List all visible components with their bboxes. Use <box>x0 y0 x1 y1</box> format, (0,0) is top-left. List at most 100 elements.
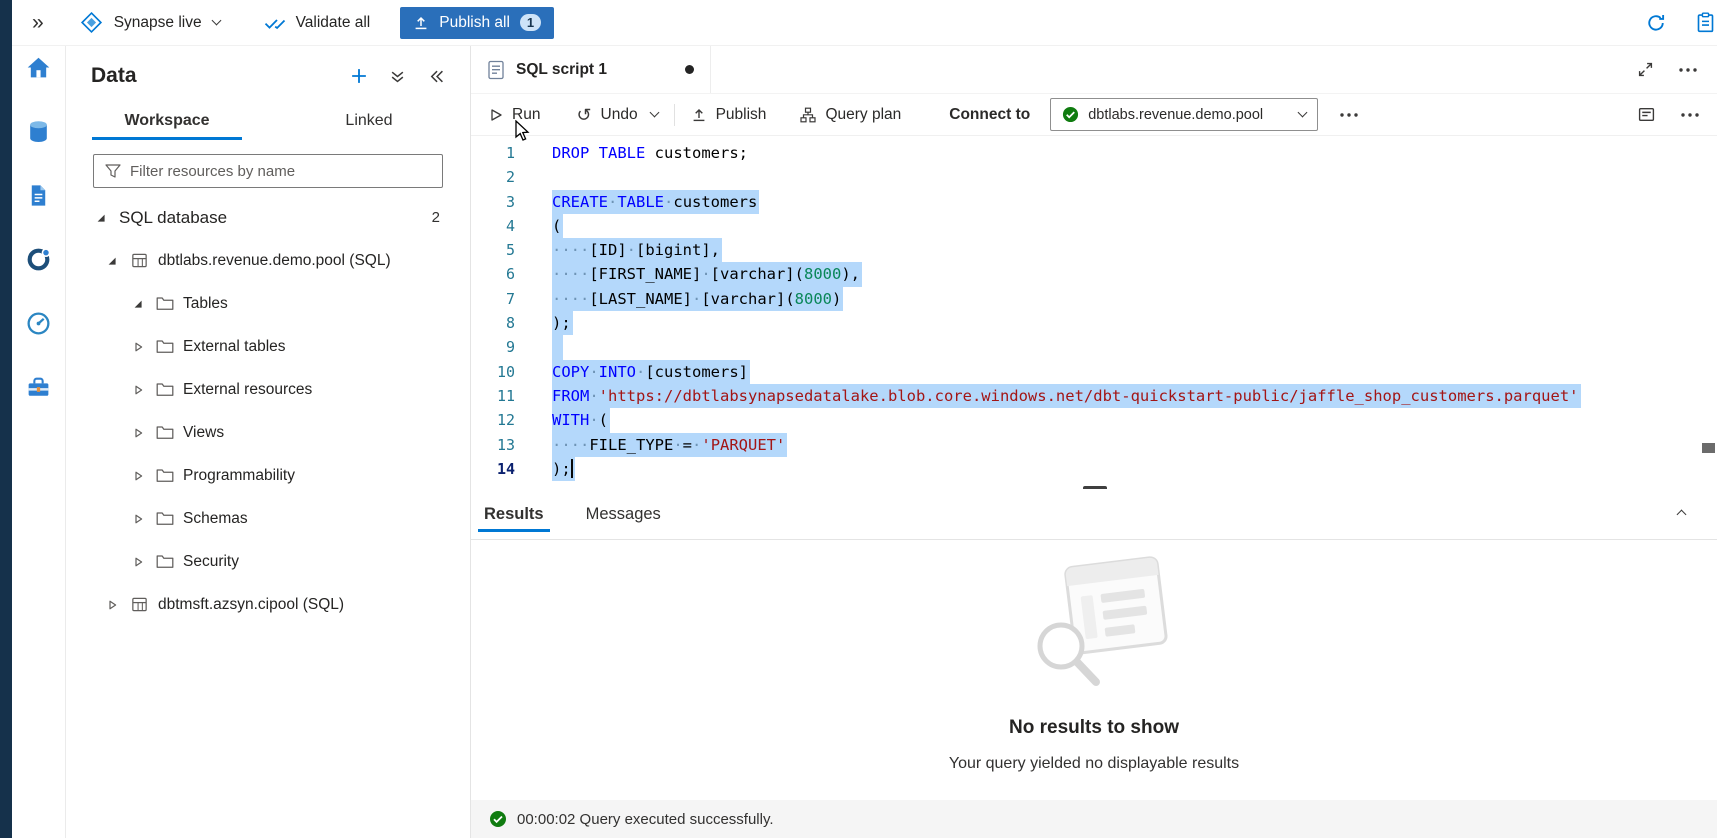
more-options-icon[interactable] <box>1681 113 1699 117</box>
refresh-icon[interactable] <box>1646 13 1666 33</box>
nav-manage[interactable] <box>12 358 65 422</box>
tab-workspace[interactable]: Workspace <box>66 100 268 142</box>
code-token: 'https://dbtlabsynapsedatalake.blob.core… <box>599 387 1579 405</box>
expand-twisty-icon[interactable] <box>130 427 146 439</box>
expand-editor-icon[interactable] <box>1638 62 1653 77</box>
collapse-twisty-icon[interactable] <box>130 298 146 310</box>
expand-twisty-icon[interactable] <box>130 513 146 525</box>
undo-dropdown-chevron-icon[interactable] <box>649 108 659 118</box>
filter-input[interactable] <box>130 163 431 180</box>
tree-item-dbtmsft-azsyn-cipool-sql[interactable]: dbtmsft.azsyn.cipool (SQL) <box>66 583 470 626</box>
run-label: Run <box>512 106 540 124</box>
code-token: ···· <box>552 265 589 283</box>
tab-linked[interactable]: Linked <box>268 100 470 142</box>
code-line-3[interactable]: 3CREATE·TABLE·customers <box>471 190 1717 214</box>
collapse-twisty-icon[interactable] <box>93 212 109 224</box>
properties-icon[interactable] <box>1638 106 1655 123</box>
code-line-12[interactable]: 12WITH·( <box>471 408 1717 432</box>
tree-item-tables[interactable]: Tables <box>66 282 470 325</box>
topbar-right-actions <box>1646 12 1717 33</box>
validate-all-button[interactable]: Validate all <box>264 14 371 32</box>
line-number: 7 <box>471 287 515 311</box>
sql-editor[interactable]: 1DROP TABLE customers;23CREATE·TABLE·cus… <box>471 136 1717 489</box>
tree-item-views[interactable]: Views <box>66 411 470 454</box>
tree-item-external-tables[interactable]: External tables <box>66 325 470 368</box>
filter-icon <box>105 164 121 178</box>
code-line-4[interactable]: 4( <box>471 214 1717 238</box>
sidebar-tabs: Workspace Linked <box>66 100 470 142</box>
publish-button[interactable]: Publish <box>691 106 767 124</box>
nav-develop[interactable] <box>12 166 65 230</box>
code-token: · <box>701 265 710 283</box>
code-line-13[interactable]: 13····FILE_TYPE·=·'PARQUET' <box>471 433 1717 457</box>
tree-item-schemas[interactable]: Schemas <box>66 497 470 540</box>
code-line-7[interactable]: 7····[LAST_NAME]·[varchar](8000) <box>471 287 1717 311</box>
expand-twisty-icon[interactable] <box>130 556 146 568</box>
line-number: 6 <box>471 262 515 286</box>
code-token: CREATE <box>552 193 608 211</box>
tree-item-label: dbtlabs.revenue.demo.pool (SQL) <box>158 252 391 270</box>
nav-home[interactable] <box>12 38 65 102</box>
query-plan-icon <box>800 107 816 123</box>
expand-twisty-icon[interactable] <box>130 470 146 482</box>
nav-monitor[interactable] <box>12 294 65 358</box>
more-options-icon[interactable] <box>1679 68 1697 72</box>
code-line-14[interactable]: 14); <box>471 457 1717 481</box>
collapse-results-icon[interactable] <box>1678 505 1717 523</box>
tab-messages[interactable]: Messages <box>580 489 667 539</box>
code-text: FROM·'https://dbtlabsynapsedatalake.blob… <box>552 384 1581 408</box>
validate-all-label: Validate all <box>296 14 371 32</box>
expand-twisty-icon[interactable] <box>104 599 120 611</box>
code-line-11[interactable]: 11FROM·'https://dbtlabsynapsedatalake.bl… <box>471 384 1717 408</box>
code-line-10[interactable]: 10COPY·INTO·[customers] <box>471 360 1717 384</box>
code-line-6[interactable]: 6····[FIRST_NAME]·[varchar](8000), <box>471 262 1717 286</box>
tree-item-label: Tables <box>183 295 228 313</box>
code-token: COPY <box>552 363 589 381</box>
nav-integrate[interactable] <box>12 230 65 294</box>
window-edge <box>0 0 12 838</box>
code-token: · <box>627 241 636 259</box>
chevron-up-icon <box>1677 510 1687 520</box>
collapse-panel-icon[interactable] <box>428 69 444 84</box>
home-icon <box>25 54 52 86</box>
publish-all-button[interactable]: Publish all 1 <box>400 7 554 39</box>
tab-results[interactable]: Results <box>478 489 550 539</box>
success-check-icon <box>489 810 507 828</box>
code-token: [ID] <box>589 241 626 259</box>
code-line-9[interactable]: 9 <box>471 335 1717 359</box>
expand-twisty-icon[interactable] <box>130 341 146 353</box>
run-button[interactable]: Run <box>489 106 540 124</box>
double-chevron-down-icon[interactable] <box>390 69 405 84</box>
undo-button[interactable]: ↺ Undo <box>576 106 637 124</box>
code-line-5[interactable]: 5····[ID]·[bigint], <box>471 238 1717 262</box>
tab-sql-script-1[interactable]: SQL script 1 <box>471 46 711 93</box>
tree-item-sql-database[interactable]: SQL database2 <box>66 196 470 239</box>
code-line-8[interactable]: 8); <box>471 311 1717 335</box>
connect-to-dropdown[interactable]: dbtlabs.revenue.demo.pool <box>1050 98 1318 131</box>
tree-item-programmability[interactable]: Programmability <box>66 454 470 497</box>
code-token: [varchar]( <box>711 265 804 283</box>
tree-item-external-resources[interactable]: External resources <box>66 368 470 411</box>
tree-item-label: External resources <box>183 381 312 399</box>
line-number: 8 <box>471 311 515 335</box>
code-text <box>552 335 563 359</box>
undo-label: Undo <box>601 106 638 124</box>
folder-icon <box>156 468 174 483</box>
branch-selector[interactable]: Synapse live <box>80 11 220 34</box>
expand-twisty-icon[interactable] <box>130 384 146 396</box>
more-commands-icon[interactable] <box>1340 113 1358 117</box>
expand-nav-icon[interactable]: » <box>32 11 42 35</box>
code-line-1[interactable]: 1DROP TABLE customers; <box>471 141 1717 165</box>
nav-data[interactable] <box>12 102 65 166</box>
add-icon[interactable] <box>351 68 367 84</box>
collapse-twisty-icon[interactable] <box>104 255 120 267</box>
tree-item-dbtlabs-revenue-demo-pool-sql[interactable]: dbtlabs.revenue.demo.pool (SQL) <box>66 239 470 282</box>
query-plan-button[interactable]: Query plan <box>800 106 901 124</box>
code-token: · <box>589 363 598 381</box>
clipboard-icon[interactable] <box>1696 12 1715 33</box>
unsaved-indicator-dot <box>685 65 694 74</box>
integrate-icon <box>25 246 52 278</box>
tree-item-security[interactable]: Security <box>66 540 470 583</box>
code-token: · <box>589 411 598 429</box>
code-line-2[interactable]: 2 <box>471 165 1717 189</box>
